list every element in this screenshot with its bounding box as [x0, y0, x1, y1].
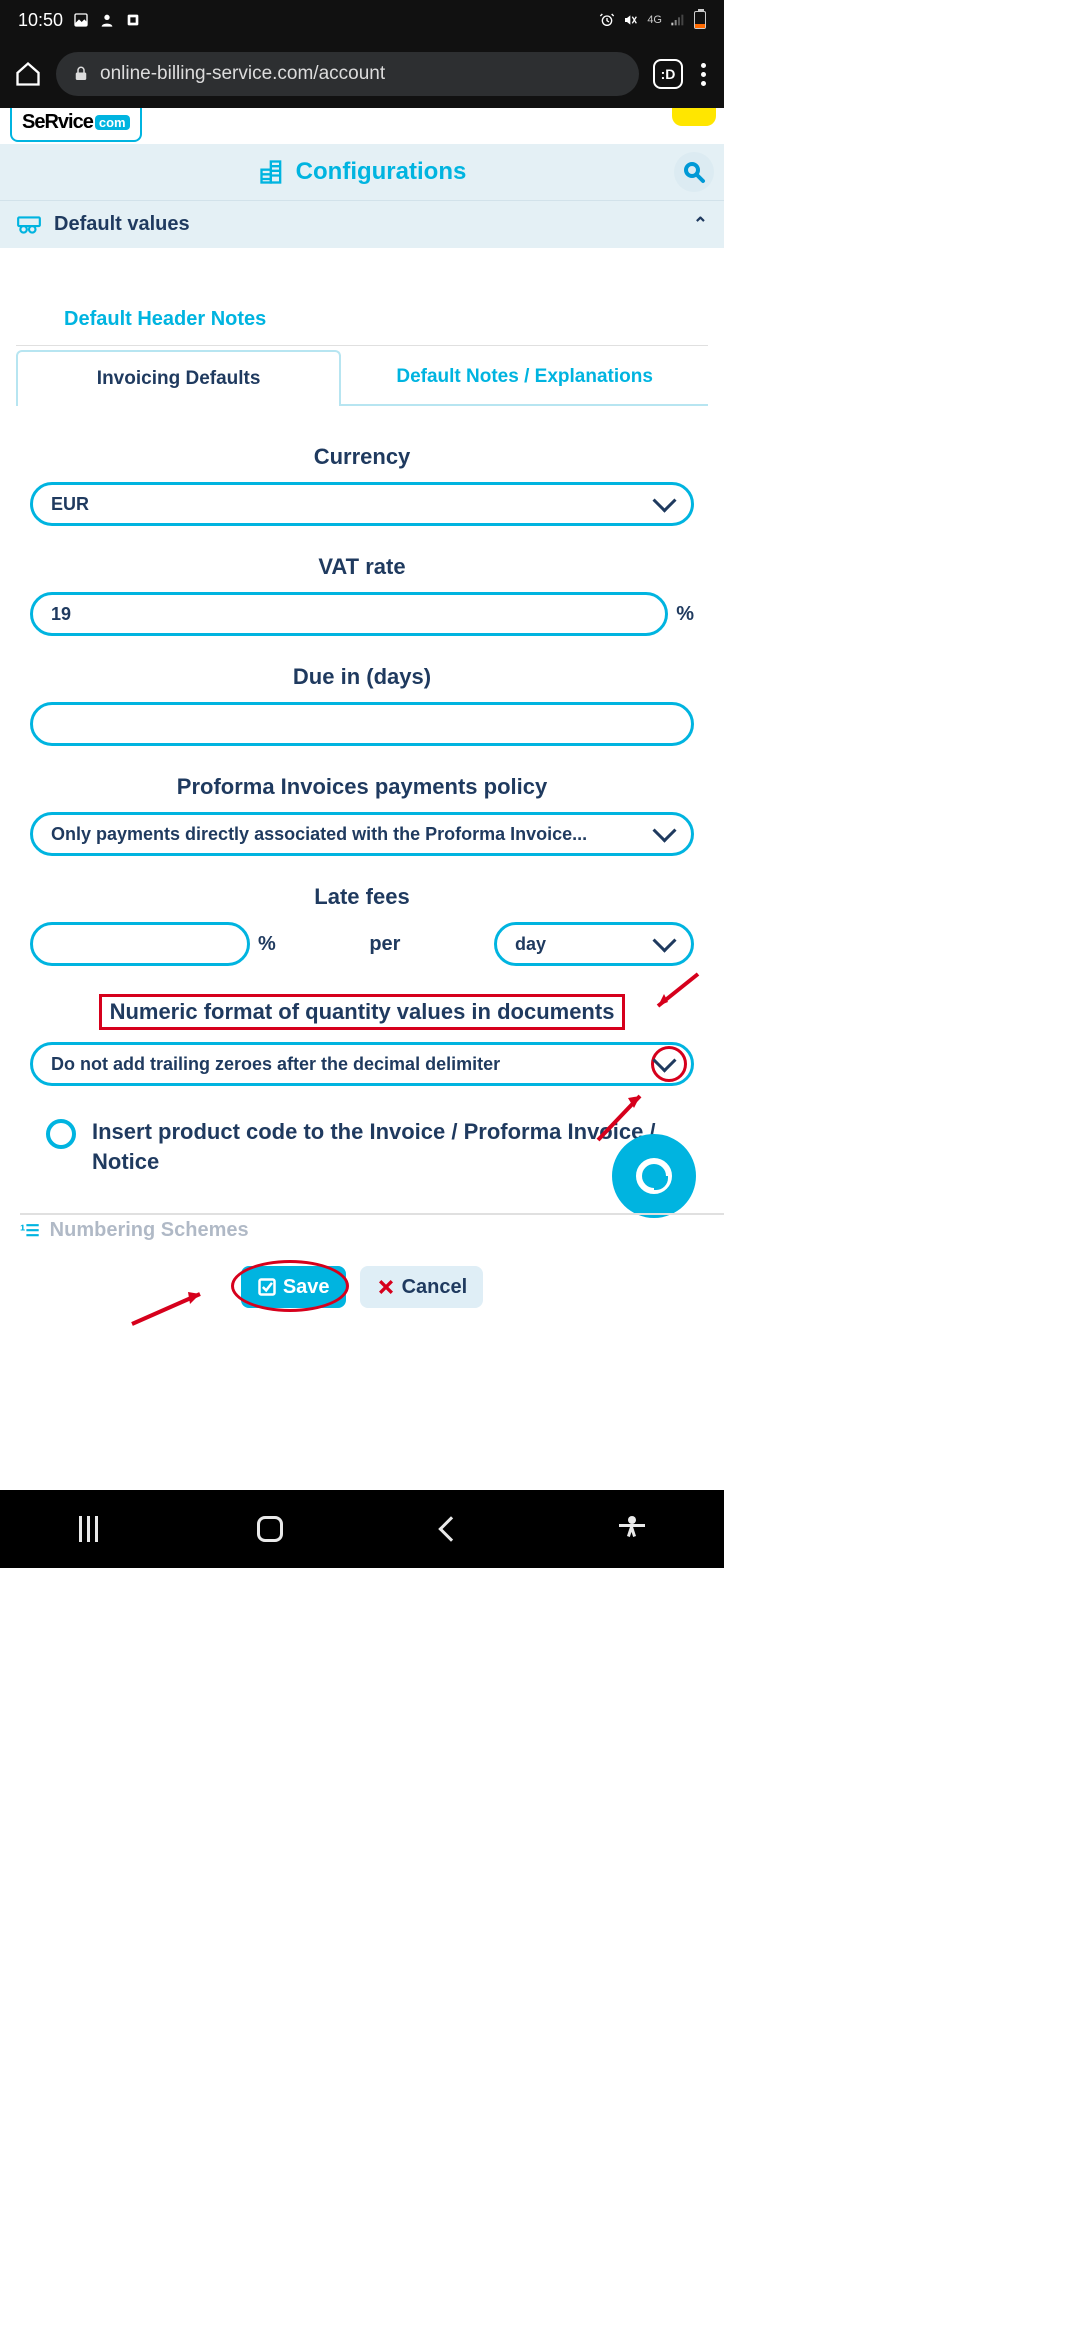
- section-default-values-title: Default values: [54, 213, 190, 236]
- due-in-label: Due in (days): [30, 664, 694, 690]
- tab-default-notes[interactable]: Default Notes / Explanations: [341, 350, 708, 406]
- browser-omnibox[interactable]: online-billing-service.com/account: [56, 52, 639, 96]
- cancel-button[interactable]: Cancel: [360, 1266, 484, 1308]
- tab-invoicing-defaults[interactable]: Invoicing Defaults: [16, 350, 341, 406]
- alarm-icon: [599, 12, 615, 28]
- browser-toolbar: online-billing-service.com/account :D: [0, 40, 724, 108]
- numbering-icon: ¹☰: [20, 1221, 40, 1241]
- nav-recent-button[interactable]: [79, 1516, 98, 1542]
- next-section-peek[interactable]: ¹☰ Numbering Schemes: [20, 1219, 744, 1242]
- insert-product-code-checkbox[interactable]: [46, 1119, 76, 1149]
- annotation-highlight-dropdown: [651, 1046, 687, 1082]
- vat-rate-unit: %: [676, 603, 694, 626]
- search-button[interactable]: [674, 152, 714, 192]
- subtabs: Invoicing Defaults Default Notes / Expla…: [16, 350, 708, 406]
- chat-icon: [636, 1158, 672, 1194]
- next-section-title: Numbering Schemes: [50, 1219, 249, 1242]
- browser-home-icon[interactable]: [14, 60, 42, 88]
- due-in-input[interactable]: [30, 702, 694, 746]
- default-values-icon: [16, 212, 42, 238]
- nav-back-button[interactable]: [438, 1516, 463, 1541]
- numeric-format-select[interactable]: Do not add trailing zeroes after the dec…: [30, 1042, 694, 1086]
- annotation-arrow-icon: [650, 972, 700, 1012]
- vat-rate-input[interactable]: 19: [30, 592, 668, 636]
- close-icon: [376, 1277, 396, 1297]
- late-fees-percent-input[interactable]: [30, 922, 250, 966]
- late-fees-unit-select[interactable]: day: [494, 922, 694, 966]
- battery-icon: [694, 11, 706, 29]
- network-type-label: 4G: [647, 15, 662, 26]
- configurations-icon: [258, 158, 286, 186]
- search-icon: [682, 160, 706, 184]
- android-status-bar: 10:50 4G: [0, 0, 724, 40]
- android-nav-bar: [0, 1490, 724, 1568]
- nav-home-button[interactable]: [257, 1516, 283, 1542]
- tab-switcher-button[interactable]: :D: [653, 59, 683, 89]
- person-icon: [99, 12, 115, 28]
- lock-icon: [72, 65, 90, 83]
- annotation-highlight-label: Numeric format of quantity values in doc…: [99, 994, 626, 1030]
- section-default-values[interactable]: Default values ⌃: [0, 200, 724, 248]
- default-header-notes-link[interactable]: Default Header Notes: [0, 308, 724, 345]
- late-fees-per-word: per: [284, 933, 486, 956]
- currency-label: Currency: [30, 444, 694, 470]
- status-time: 10:50: [18, 10, 63, 31]
- late-fees-label: Late fees: [30, 884, 694, 910]
- configurations-title: Configurations: [296, 158, 467, 186]
- menu-chip[interactable]: [672, 108, 716, 126]
- browser-menu-button[interactable]: [697, 59, 710, 90]
- vat-rate-label: VAT rate: [30, 554, 694, 580]
- stop-icon: [125, 12, 141, 28]
- nav-accessibility-button[interactable]: [619, 1516, 645, 1542]
- site-logo[interactable]: SeRvice com: [10, 108, 142, 142]
- proforma-policy-label: Proforma Invoices payments policy: [30, 774, 694, 800]
- proforma-policy-select[interactable]: Only payments directly associated with t…: [30, 812, 694, 856]
- browser-url: online-billing-service.com/account: [100, 63, 385, 85]
- signal-icon: [670, 12, 686, 28]
- late-fees-percent-unit: %: [258, 933, 276, 956]
- currency-select[interactable]: EUR: [30, 482, 694, 526]
- page-content: SeRvice com Configurations Default value…: [0, 108, 724, 1328]
- vibrate-mute-icon: [623, 12, 639, 28]
- image-icon: [73, 12, 89, 28]
- chat-fab[interactable]: [612, 1134, 696, 1218]
- annotation-highlight-save: [231, 1260, 349, 1312]
- numeric-format-label: Numeric format of quantity values in doc…: [30, 994, 694, 1030]
- chevron-up-icon: ⌃: [693, 214, 708, 235]
- annotation-arrow-icon: [130, 1286, 210, 1326]
- configurations-header: Configurations: [0, 144, 724, 200]
- site-header: SeRvice com: [0, 108, 724, 144]
